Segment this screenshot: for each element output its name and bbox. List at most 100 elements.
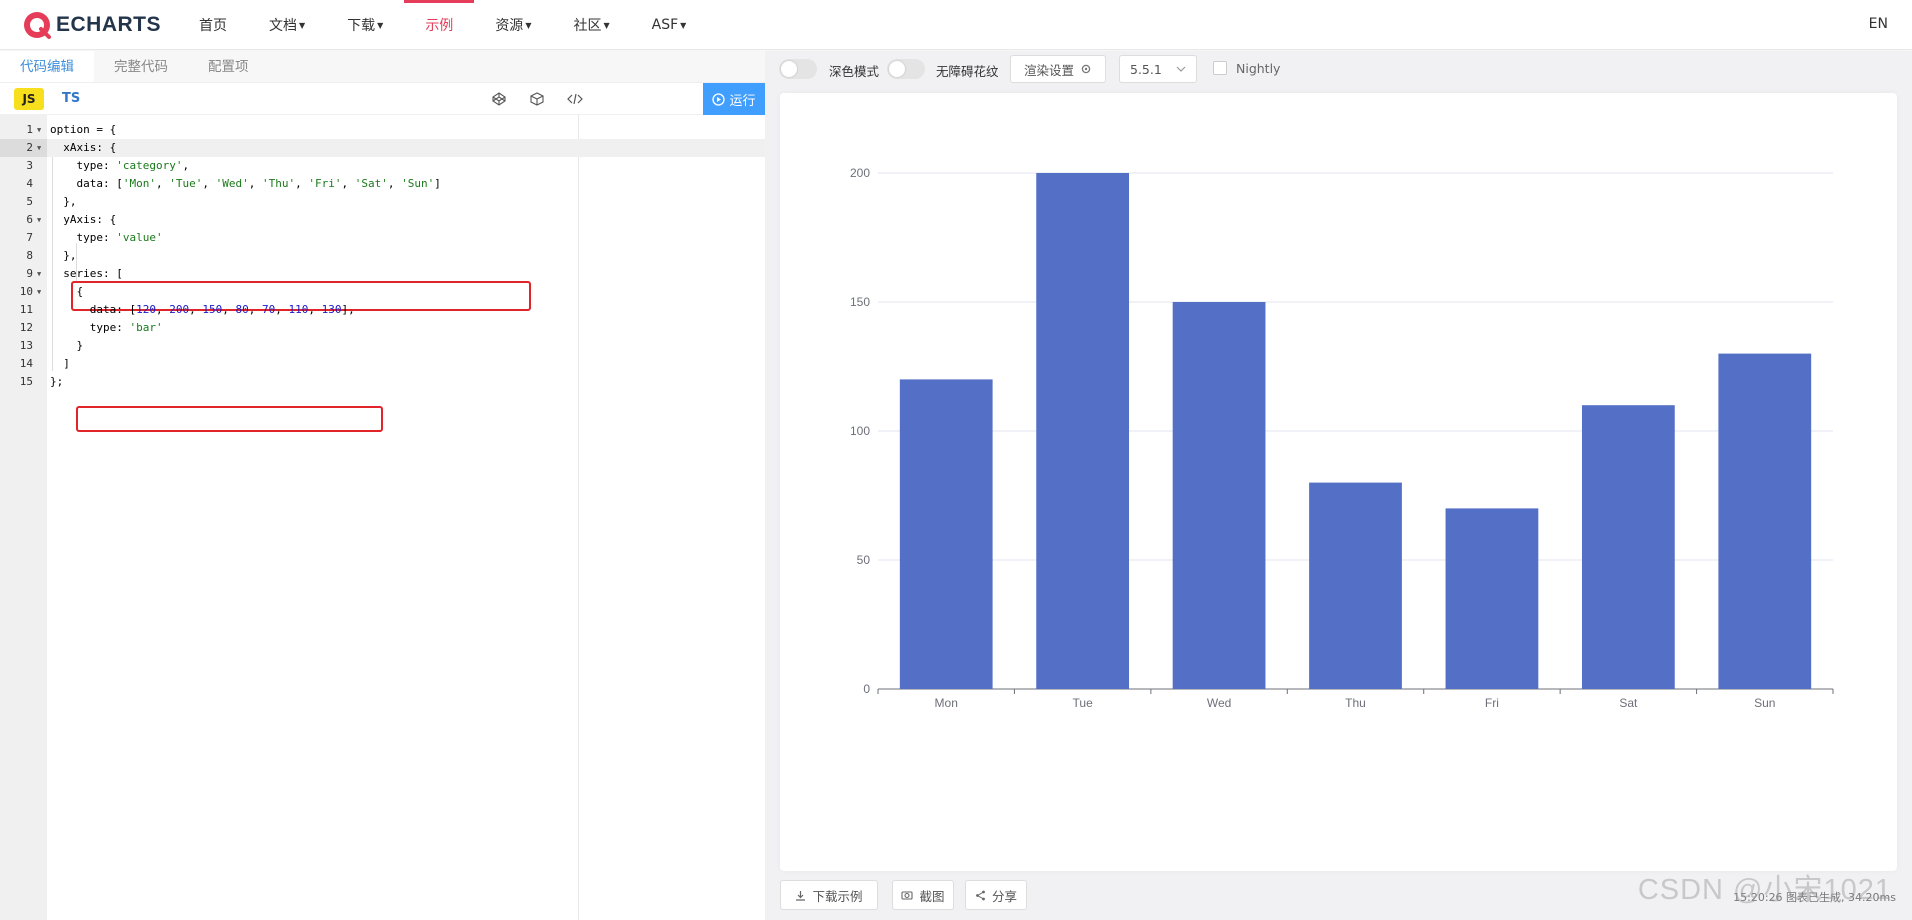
code-text: { [50, 285, 84, 298]
bar-mon [899, 379, 993, 689]
download-label: 下载示例 [812, 888, 863, 904]
code-text: yAxis: { [50, 213, 117, 226]
nav-item-1[interactable]: 文档 ▼ [248, 0, 326, 50]
language-switch[interactable]: EN [1869, 16, 1888, 32]
code-text: }, [50, 195, 77, 208]
dark-mode-toggle[interactable] [779, 59, 817, 79]
code-line: 5 }, [0, 193, 765, 211]
aria-label: 无障碍花纹 [936, 64, 999, 79]
fold-arrow-icon[interactable]: ▼ [37, 283, 41, 301]
caret-down-icon: ▼ [299, 20, 306, 30]
line-number: 15 [19, 375, 33, 388]
nav-item-2[interactable]: 下载 ▼ [326, 0, 404, 50]
code-line: 10 ▼ { [0, 283, 765, 301]
embed-code-icon[interactable] [565, 89, 585, 109]
nav-item-0[interactable]: 首页 [178, 0, 248, 50]
x-tick-label: Sat [1619, 696, 1638, 710]
preview-controls: 深色模式 无障碍花纹 渲染设置 5.5.1 Nightly [765, 51, 1912, 87]
chart-container: 0 50 100 150 200 Mon Tue Wed Thu Fri Sat Sun [780, 93, 1897, 871]
nav-item-label: 示例 [425, 18, 454, 34]
code-line: 1 ▼ option = { [0, 121, 765, 139]
code-line: 3 type: 'category', [0, 157, 765, 175]
echarts-logo[interactable]: ECHARTS [22, 10, 161, 40]
code-text: }, [50, 249, 77, 262]
line-number: 5 [26, 195, 33, 208]
code-line: 13 } [0, 337, 765, 355]
fold-arrow-icon[interactable]: ▼ [37, 121, 41, 139]
code-line: 7 type: 'value' [0, 229, 765, 247]
code-editor[interactable]: 1 ▼ option = {2 ▼ xAxis: {3 type: 'category… [0, 115, 765, 920]
share-button[interactable]: 分享 [965, 880, 1027, 910]
camera-icon [901, 891, 914, 900]
highlight-box-series-data [76, 406, 383, 432]
code-line: 2 ▼ xAxis: { [0, 139, 765, 157]
line-number: 14 [19, 357, 33, 370]
code-text: data: [120, 200, 150, 80, 70, 110, 130], [50, 303, 355, 316]
bar-sat [1581, 405, 1675, 689]
nav-item-3[interactable]: 示例 [404, 0, 475, 50]
fold-arrow-icon[interactable]: ▼ [37, 265, 41, 283]
caret-down-icon: ▼ [377, 20, 384, 30]
editor-panel: 代码编辑 完整代码 配置项 JS TS 运行 1 ▼ option = {2 ▼ xAxi… [0, 51, 765, 920]
caret-down-icon: ▼ [680, 20, 687, 30]
y-tick-label: 0 [863, 682, 870, 696]
code-line: 14 ] [0, 355, 765, 373]
bar-fri [1445, 508, 1539, 689]
gear-icon [1081, 64, 1091, 74]
dark-mode-label: 深色模式 [829, 64, 880, 79]
y-tick-label: 150 [850, 295, 870, 309]
y-tick-label: 50 [857, 553, 871, 567]
code-text: series: [ [50, 267, 123, 280]
preview-panel: 深色模式 无障碍花纹 渲染设置 5.5.1 Nightly 0 50 100 150 2… [765, 51, 1912, 920]
fold-arrow-icon[interactable]: ▼ [37, 139, 41, 157]
nav-item-5[interactable]: 社区 ▼ [552, 0, 630, 50]
lang-ts-button[interactable]: TS [62, 88, 80, 110]
play-circle-icon [712, 92, 726, 106]
nav-item-4[interactable]: 资源 ▼ [474, 0, 552, 50]
codesandbox-icon[interactable] [527, 89, 547, 109]
run-button[interactable]: 运行 [703, 83, 765, 115]
screenshot-label: 截图 [919, 888, 945, 904]
editor-tab-0[interactable]: 代码编辑 [0, 51, 94, 82]
nav-item-6[interactable]: ASF ▼ [631, 0, 708, 50]
bar-chart: 0 50 100 150 200 Mon Tue Wed Thu Fri Sat Sun [850, 166, 1834, 710]
editor-toolbar: JS TS 运行 [0, 83, 765, 115]
version-select[interactable]: 5.5.1 [1119, 55, 1197, 83]
nav-item-label: 资源 [495, 18, 524, 34]
download-icon [796, 890, 806, 901]
nightly-checkbox[interactable] [1213, 61, 1227, 75]
render-settings-button[interactable]: 渲染设置 [1010, 55, 1106, 83]
line-number: 7 [26, 231, 33, 244]
echarts-logo-icon [24, 12, 51, 39]
code-text: xAxis: { [50, 141, 117, 154]
editor-tab-1[interactable]: 完整代码 [94, 51, 188, 82]
line-number: 12 [19, 321, 33, 334]
caret-down-icon: ▼ [525, 20, 532, 30]
bar-wed [1172, 302, 1266, 689]
code-line: 4 data: ['Mon', 'Tue', 'Wed', 'Thu', 'Fr… [0, 175, 765, 193]
code-line: 11 data: [120, 200, 150, 80, 70, 110, 13… [0, 301, 765, 319]
code-text: data: ['Mon', 'Tue', 'Wed', 'Thu', 'Fri'… [50, 177, 441, 190]
top-nav: ECHARTS 首页 文档 ▼ 下载 ▼ 示例 资源 ▼ 社区 ▼ ASF ▼ EN [0, 0, 1912, 50]
screenshot-button[interactable]: 截图 [892, 880, 954, 910]
code-text: type: 'bar' [50, 321, 163, 334]
code-text: type: 'value' [50, 231, 163, 244]
x-tick-label: Thu [1345, 696, 1366, 710]
editor-tab-2[interactable]: 配置项 [188, 51, 269, 82]
line-number: 11 [19, 303, 33, 316]
code-text: option = { [50, 123, 117, 136]
bar-sun [1718, 353, 1812, 689]
y-tick-label: 100 [850, 424, 870, 438]
line-number: 4 [26, 177, 33, 190]
nav-item-label: ASF [651, 17, 679, 33]
aria-toggle[interactable] [887, 59, 925, 79]
nav-item-label: 社区 [573, 18, 602, 34]
nav-item-label: 下载 [347, 18, 376, 34]
download-example-button[interactable]: 下载示例 [780, 880, 878, 910]
editor-tabs: 代码编辑 完整代码 配置项 [0, 51, 765, 83]
nightly-label: Nightly [1236, 61, 1281, 76]
codepen-icon[interactable] [489, 89, 509, 109]
code-line: 8 }, [0, 247, 765, 265]
fold-arrow-icon[interactable]: ▼ [37, 211, 41, 229]
lang-js-button[interactable]: JS [14, 88, 44, 110]
